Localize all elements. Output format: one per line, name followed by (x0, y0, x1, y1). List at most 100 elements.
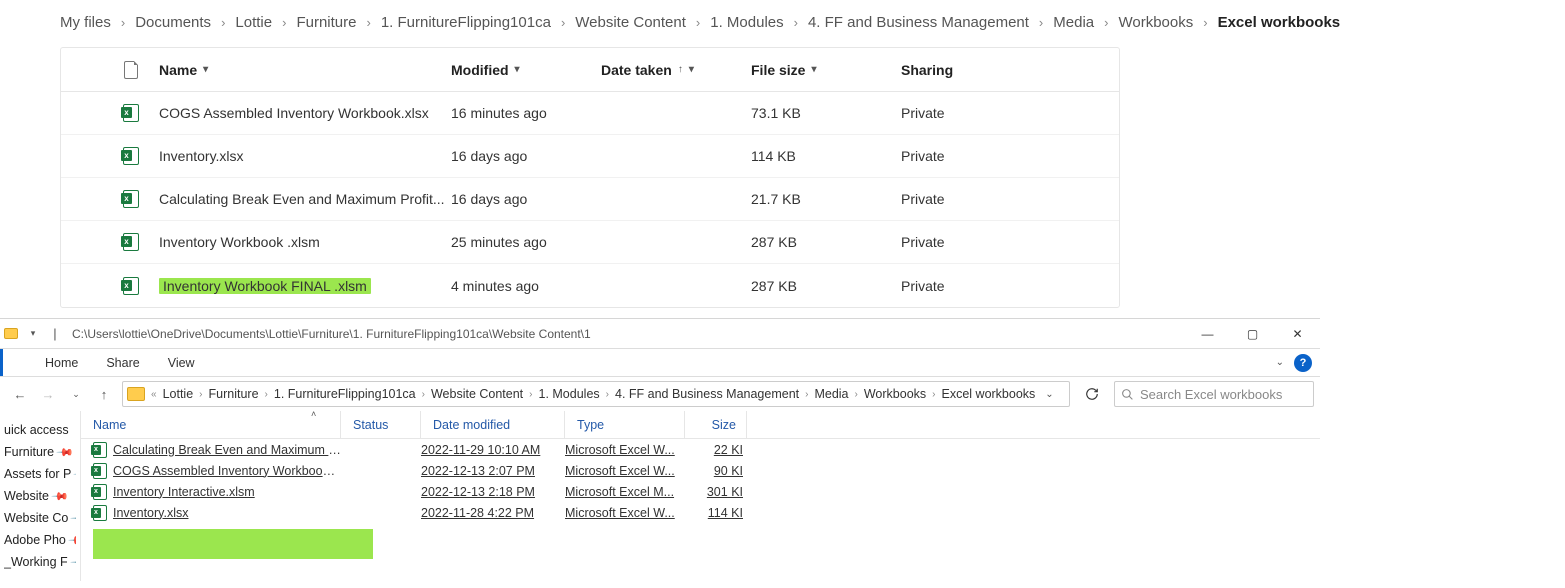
chevron-down-icon[interactable]: ⌄ (1276, 357, 1284, 368)
file-name: Inventory.xlsx (113, 506, 189, 520)
chevron-down-icon: ▾ (515, 64, 520, 75)
chevron-down-icon: ▾ (689, 64, 694, 75)
file-size: 22 KI (685, 443, 747, 457)
tab-share[interactable]: Share (92, 349, 153, 376)
refresh-button[interactable] (1078, 381, 1106, 407)
recent-dropdown[interactable]: ⌄ (66, 389, 86, 400)
file-sharing: Private (901, 278, 1051, 294)
tab-home[interactable]: Home (31, 349, 92, 376)
file-sharing: Private (901, 105, 1051, 121)
file-sharing: Private (901, 234, 1051, 250)
window-titlebar[interactable]: ▾ | C:\Users\lottie\OneDrive\Documents\L… (0, 319, 1320, 349)
address-seg[interactable]: 1. FurnitureFlipping101ca (274, 387, 416, 401)
pin-icon: 📌 (50, 487, 69, 506)
tab-file[interactable] (0, 349, 31, 376)
file-name: Inventory Workbook .xlsm (159, 234, 320, 250)
chevron-right-icon: › (1203, 15, 1207, 30)
back-button[interactable]: ← (10, 387, 30, 402)
address-seg[interactable]: Website Content (431, 387, 523, 401)
address-seg[interactable]: 4. FF and Business Management (615, 387, 799, 401)
search-placeholder: Search Excel workbooks (1140, 387, 1282, 402)
address-seg[interactable]: 1. Modules (539, 387, 600, 401)
search-input[interactable]: Search Excel workbooks (1114, 381, 1314, 407)
file-modified: 4 minutes ago (451, 278, 601, 294)
file-modified: 25 minutes ago (451, 234, 601, 250)
minimize-button[interactable]: — (1185, 319, 1230, 349)
table-row[interactable]: Inventory.xlsx16 days ago114 KBPrivate (61, 135, 1119, 178)
help-icon[interactable]: ? (1294, 354, 1312, 372)
sidebar-item[interactable]: _Working F📌 (4, 551, 76, 573)
sidebar-item[interactable]: Adobe Pho📌 (4, 529, 76, 551)
breadcrumb-seg[interactable]: Lottie (235, 14, 272, 31)
chevron-right-icon: › (855, 389, 858, 400)
chevron-down-icon[interactable]: ⌄ (1039, 389, 1059, 400)
file-date: 2022-12-13 2:07 PM (421, 464, 565, 478)
col-name[interactable]: Name (81, 411, 341, 438)
table-row[interactable]: Inventory Interactive.xlsm2022-12-13 2:1… (81, 481, 1320, 502)
file-size: 287 KB (751, 278, 901, 294)
file-name: Calculating Break Even and Maximum Pr... (113, 443, 341, 457)
forward-button[interactable]: → (38, 387, 58, 402)
chevron-right-icon: › (422, 389, 425, 400)
dropdown-icon[interactable]: ▾ (22, 322, 44, 346)
address-seg[interactable]: Lottie (163, 387, 194, 401)
table-row[interactable]: Inventory Workbook .xlsm 25 minutes ago 28… (61, 221, 1119, 264)
breadcrumb-seg[interactable]: 1. Modules (710, 14, 783, 31)
col-size[interactable]: Size (685, 411, 747, 438)
sidebar-item[interactable]: Assets for P📌 (4, 463, 76, 485)
breadcrumb-seg[interactable]: My files (60, 14, 111, 31)
sort-asc-icon: ↑ (678, 64, 683, 75)
col-date-modified[interactable]: Date modified (421, 411, 565, 438)
address-seg[interactable]: Excel workbooks (942, 387, 1036, 401)
col-name[interactable]: Name▾ (151, 62, 451, 78)
breadcrumb-seg[interactable]: Website Content (575, 14, 686, 31)
col-file-size[interactable]: File size▾ (751, 62, 901, 78)
breadcrumb-seg[interactable]: Workbooks (1118, 14, 1193, 31)
col-modified[interactable]: Modified▾ (451, 62, 601, 78)
chevron-right-icon: › (561, 15, 565, 30)
breadcrumb-seg[interactable]: 4. FF and Business Management (808, 14, 1029, 31)
sidebar-item[interactable]: Website📌 (4, 485, 76, 507)
breadcrumb-seg[interactable]: Furniture (296, 14, 356, 31)
breadcrumb-seg[interactable]: Media (1053, 14, 1094, 31)
breadcrumb-seg[interactable]: 1. FurnitureFlipping101ca (381, 14, 551, 31)
table-row[interactable]: Inventory.xlsx2022-11-28 4:22 PMMicrosof… (81, 502, 1320, 523)
table-row[interactable]: Calculating Break Even and Maximum Pr...… (81, 439, 1320, 460)
file-date: 2022-11-29 10:10 AM (421, 443, 565, 457)
address-seg[interactable]: Workbooks (864, 387, 926, 401)
close-button[interactable]: ✕ (1275, 319, 1320, 349)
breadcrumb: My files›Documents›Lottie›Furniture›1. F… (0, 0, 1565, 47)
up-button[interactable]: ↑ (94, 387, 114, 402)
col-sharing[interactable]: Sharing (901, 62, 1051, 78)
breadcrumb-seg[interactable]: Documents (135, 14, 211, 31)
excel-file-icon (93, 463, 107, 479)
file-name: Inventory Workbook FINAL .xlsm (159, 278, 371, 294)
table-row[interactable]: Calculating Break Even and Maximum Profi… (61, 178, 1119, 221)
window-title: C:\Users\lottie\OneDrive\Documents\Lotti… (66, 327, 1185, 341)
tab-view[interactable]: View (154, 349, 209, 376)
highlight-mark (93, 529, 373, 559)
address-seg[interactable]: Media (814, 387, 848, 401)
file-type: Microsoft Excel W... (565, 464, 685, 478)
file-size: 114 KB (751, 148, 901, 164)
sidebar-item[interactable]: Website Co📌 (4, 507, 76, 529)
col-status[interactable]: Status (341, 411, 421, 438)
col-date-taken[interactable]: Date taken↑▾ (601, 62, 751, 78)
excel-file-icon (123, 233, 139, 251)
sidebar-item[interactable]: Furniture📌 (4, 441, 76, 463)
file-size: 90 KI (685, 464, 747, 478)
chevron-right-icon: › (1039, 15, 1043, 30)
file-sharing: Private (901, 148, 1051, 164)
breadcrumb-seg[interactable]: Excel workbooks (1218, 14, 1341, 31)
sidebar-quick-access[interactable]: uick access (4, 419, 76, 441)
address-bar[interactable]: « Lottie›Furniture›1. FurnitureFlipping1… (122, 381, 1070, 407)
table-row[interactable]: COGS Assembled Inventory Workbook.xlsx20… (81, 460, 1320, 481)
address-seg[interactable]: Furniture (209, 387, 259, 401)
file-size: 301 KI (685, 485, 747, 499)
chevron-right-icon: › (932, 389, 935, 400)
col-type[interactable]: Type (565, 411, 685, 438)
table-row[interactable]: COGS Assembled Inventory Workbook.xlsx16… (61, 92, 1119, 135)
file-size: 287 KB (751, 234, 901, 250)
table-row[interactable]: Inventory Workbook FINAL .xlsm 4 minutes … (61, 264, 1119, 307)
maximize-button[interactable]: ▢ (1230, 319, 1275, 349)
